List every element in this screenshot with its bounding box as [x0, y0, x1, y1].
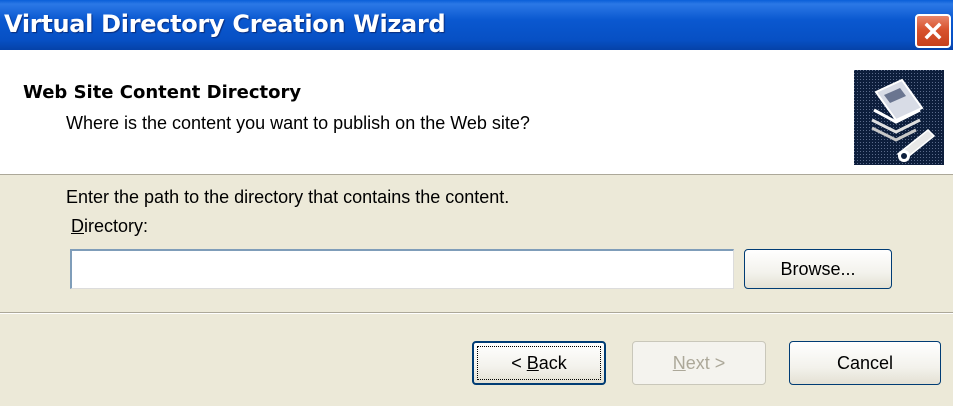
back-mnemonic: B	[526, 352, 539, 373]
directory-label: Directory:	[71, 216, 148, 237]
cancel-button[interactable]: Cancel	[789, 341, 941, 385]
book-pen-icon	[854, 70, 944, 165]
next-button[interactable]: Next >	[632, 341, 766, 385]
title-bar[interactable]: Virtual Directory Creation Wizard	[0, 0, 953, 50]
browse-button[interactable]: Browse...	[744, 249, 892, 289]
window-title: Virtual Directory Creation Wizard	[4, 10, 446, 38]
back-prefix: <	[511, 352, 527, 373]
wizard-header: Web Site Content Directory Where is the …	[0, 50, 953, 175]
close-icon	[924, 22, 942, 40]
back-button-focus: < Back	[477, 346, 601, 380]
back-button[interactable]: < Back	[472, 341, 606, 385]
directory-label-rest: irectory:	[84, 216, 149, 236]
directory-input[interactable]	[70, 249, 734, 289]
close-button[interactable]	[915, 14, 951, 48]
next-rest: ext >	[685, 352, 726, 373]
header-subtitle: Where is the content you want to publish…	[66, 113, 530, 133]
header-title: Web Site Content Directory	[23, 82, 302, 103]
footer-divider	[0, 312, 953, 314]
instruction-text: Enter the path to the directory that con…	[66, 187, 510, 207]
next-mnemonic: N	[672, 352, 686, 373]
back-rest: ack	[538, 352, 567, 373]
directory-label-mnemonic: D	[71, 216, 84, 236]
